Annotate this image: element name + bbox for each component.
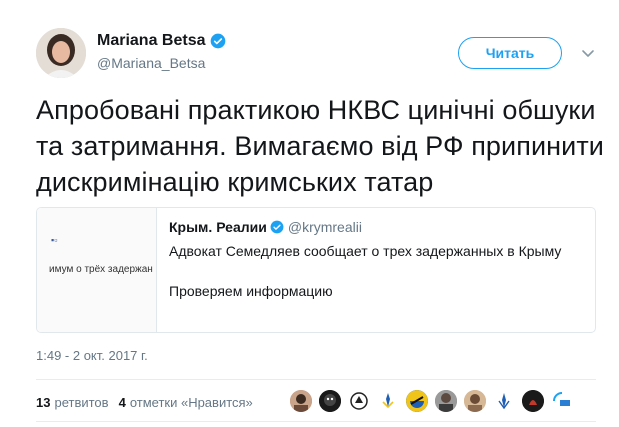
liker-avatar[interactable] — [348, 390, 370, 412]
chevron-down-icon[interactable] — [580, 45, 596, 61]
quoted-text-line-1: Адвокат Семедляев сообщает о трех задерж… — [169, 243, 562, 259]
quoted-tweet-thumbnail[interactable]: ▪▫ имум о трёх задержан — [37, 208, 157, 332]
avatar[interactable] — [36, 28, 86, 78]
liker-avatar[interactable] — [493, 390, 515, 412]
likers-avatars — [290, 390, 580, 412]
thumbnail-mark-icon: ▪▫ — [51, 235, 58, 245]
quoted-author-name[interactable]: Крым. Реалии — [169, 219, 267, 235]
liker-avatar[interactable] — [290, 390, 312, 412]
likes-stat[interactable]: 4 отметки «Нравится» — [119, 395, 253, 410]
liker-avatar[interactable] — [406, 390, 428, 412]
verified-badge-icon — [210, 33, 226, 49]
liker-avatar[interactable] — [464, 390, 486, 412]
quoted-tweet[interactable]: ▪▫ имум о трёх задержан Крым. Реалии @kr… — [36, 207, 596, 333]
author-handle[interactable]: @Mariana_Betsa — [97, 54, 205, 72]
liker-avatar[interactable] — [435, 390, 457, 412]
liker-avatar[interactable] — [377, 390, 399, 412]
retweets-label: ретвитов — [54, 395, 109, 410]
verified-badge-icon — [270, 220, 284, 234]
likes-label: отметки «Нравится» — [129, 395, 253, 410]
liker-avatar[interactable] — [551, 390, 573, 412]
retweets-count: 13 — [36, 395, 51, 410]
liker-avatar[interactable] — [319, 390, 341, 412]
divider — [36, 421, 596, 422]
divider — [36, 379, 596, 380]
likes-count: 4 — [118, 395, 126, 410]
author-name[interactable]: Mariana Betsa — [97, 31, 226, 51]
quoted-author-handle[interactable]: @krymrealii — [288, 219, 362, 235]
quoted-author[interactable]: Крым. Реалии @krymrealii — [169, 219, 362, 235]
tweet-timestamp[interactable]: 1:49 - 2 окт. 2017 г. — [36, 348, 148, 363]
author-name-text[interactable]: Mariana Betsa — [97, 31, 206, 51]
tweet-text: Апробовані практикою НКВС цинічні обшуки… — [36, 95, 604, 197]
retweets-stat[interactable]: 13 ретвитов — [36, 395, 109, 410]
follow-button[interactable]: Читать — [458, 37, 562, 69]
tweet-stats: 13 ретвитов 4 отметки «Нравится» — [36, 395, 263, 410]
quoted-text-line-2: Проверяем информацию — [169, 283, 333, 299]
thumbnail-text: имум о трёх задержан — [49, 264, 153, 275]
liker-avatar[interactable] — [522, 390, 544, 412]
